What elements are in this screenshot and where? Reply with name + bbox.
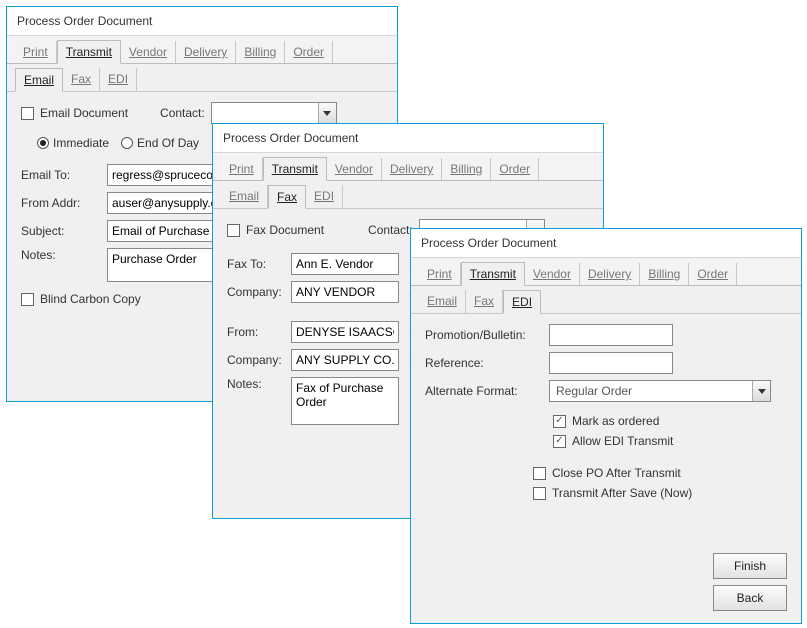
fax-notes-textarea[interactable]: Fax of Purchase Order [291, 377, 399, 425]
close-po-checkbox[interactable] [533, 467, 546, 480]
subtab-email[interactable]: Email [15, 68, 63, 92]
fax-document-checkbox[interactable] [227, 224, 240, 237]
tab-print[interactable]: Print [419, 263, 461, 285]
contact-label: Contact: [160, 106, 205, 120]
subtab-fax[interactable]: Fax [268, 185, 306, 209]
tab-billing[interactable]: Billing [236, 41, 285, 63]
subtab-email[interactable]: Email [221, 185, 268, 208]
tabs-main: Print Transmit Vendor Delivery Billing O… [7, 36, 397, 64]
notes-label: Notes: [21, 248, 101, 262]
from-input[interactable] [291, 321, 399, 343]
company-from-input[interactable] [291, 349, 399, 371]
end-of-day-label: End Of Day [137, 136, 199, 150]
allow-edi-label: Allow EDI Transmit [572, 434, 673, 448]
fax-to-label: Fax To: [227, 257, 285, 271]
tab-order[interactable]: Order [285, 41, 333, 63]
tab-print[interactable]: Print [15, 41, 57, 63]
subtab-edi[interactable]: EDI [100, 68, 137, 91]
window-title: Process Order Document [411, 229, 801, 258]
window-title: Process Order Document [7, 7, 397, 36]
chevron-down-icon [752, 381, 770, 401]
finish-button[interactable]: Finish [713, 553, 787, 579]
allow-edi-checkbox[interactable]: ✓ [553, 435, 566, 448]
chevron-down-icon [318, 103, 336, 123]
tabs-transmit-sub: Email Fax EDI [7, 64, 397, 92]
fax-to-input[interactable] [291, 253, 399, 275]
promo-input[interactable] [549, 324, 673, 346]
contact-label: Contact: [368, 223, 413, 237]
mark-ordered-checkbox[interactable]: ✓ [553, 415, 566, 428]
company-to-input[interactable] [291, 281, 399, 303]
immediate-radio[interactable] [37, 137, 49, 149]
tab-vendor[interactable]: Vendor [327, 158, 382, 180]
contact-combobox[interactable] [211, 102, 337, 124]
company-to-label: Company: [227, 285, 285, 299]
fax-document-label: Fax Document [246, 223, 324, 237]
reference-input[interactable] [549, 352, 673, 374]
fax-notes-label: Notes: [227, 377, 285, 391]
reference-label: Reference: [425, 356, 543, 370]
tabs-main: Print Transmit Vendor Delivery Billing O… [411, 258, 801, 286]
tab-transmit[interactable]: Transmit [263, 157, 327, 181]
alt-format-label: Alternate Format: [425, 384, 543, 398]
subtab-edi[interactable]: EDI [503, 290, 541, 314]
tab-transmit[interactable]: Transmit [461, 262, 525, 286]
close-po-label: Close PO After Transmit [552, 466, 681, 480]
email-document-label: Email Document [40, 106, 128, 120]
tab-delivery[interactable]: Delivery [580, 263, 640, 285]
email-document-checkbox[interactable] [21, 107, 34, 120]
end-of-day-radio[interactable] [121, 137, 133, 149]
back-button[interactable]: Back [713, 585, 787, 611]
from-addr-label: From Addr: [21, 196, 101, 210]
subtab-edi[interactable]: EDI [306, 185, 343, 208]
alt-format-combobox[interactable]: Regular Order [549, 380, 771, 402]
tab-order[interactable]: Order [491, 158, 539, 180]
bcc-checkbox[interactable] [21, 293, 34, 306]
tabs-transmit-sub: Email Fax EDI [411, 286, 801, 314]
tab-print[interactable]: Print [221, 158, 263, 180]
immediate-label: Immediate [53, 136, 109, 150]
from-label: From: [227, 325, 285, 339]
tab-vendor[interactable]: Vendor [121, 41, 176, 63]
tab-vendor[interactable]: Vendor [525, 263, 580, 285]
mark-ordered-label: Mark as ordered [572, 414, 659, 428]
tab-delivery[interactable]: Delivery [382, 158, 442, 180]
tab-transmit[interactable]: Transmit [57, 40, 121, 64]
tabs-transmit-sub: Email Fax EDI [213, 181, 603, 209]
subject-label: Subject: [21, 224, 101, 238]
tab-delivery[interactable]: Delivery [176, 41, 236, 63]
alt-format-value: Regular Order [550, 381, 752, 401]
transmit-save-label: Transmit After Save (Now) [552, 486, 692, 500]
tab-billing[interactable]: Billing [442, 158, 491, 180]
window-title: Process Order Document [213, 124, 603, 153]
subtab-fax[interactable]: Fax [63, 68, 100, 91]
promo-label: Promotion/Bulletin: [425, 328, 543, 342]
subtab-email[interactable]: Email [419, 290, 466, 313]
company-from-label: Company: [227, 353, 285, 367]
tab-billing[interactable]: Billing [640, 263, 689, 285]
transmit-save-checkbox[interactable] [533, 487, 546, 500]
bcc-label: Blind Carbon Copy [40, 292, 141, 306]
subtab-fax[interactable]: Fax [466, 290, 503, 313]
tabs-main: Print Transmit Vendor Delivery Billing O… [213, 153, 603, 181]
dialog-edi: Process Order Document Print Transmit Ve… [410, 228, 802, 624]
tab-order[interactable]: Order [689, 263, 737, 285]
email-to-label: Email To: [21, 168, 101, 182]
